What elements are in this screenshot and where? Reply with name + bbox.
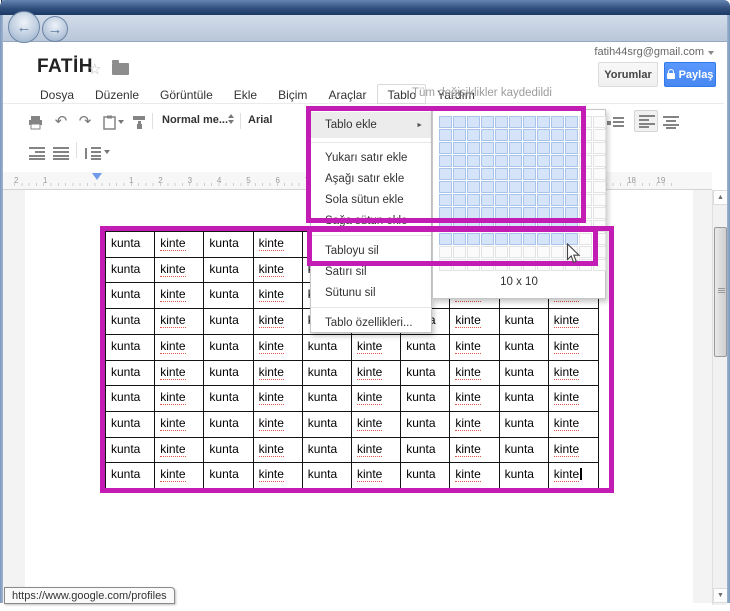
ruler-number: 19 <box>656 176 665 185</box>
redo-icon[interactable]: ↷ <box>76 112 94 130</box>
forward-icon: → <box>48 22 63 37</box>
ruler-number: 6 <box>276 176 280 185</box>
ruler-number: 1 <box>129 176 133 185</box>
share-button[interactable]: Paylaş <box>664 62 716 87</box>
account-email: fatih44srg@gmail.com <box>594 46 704 58</box>
star-document-icon[interactable]: ☆ <box>88 60 101 78</box>
paste-icon[interactable] <box>100 113 118 131</box>
ruler-number: 3 <box>188 176 192 185</box>
ruler-number: 2 <box>14 176 18 185</box>
style-dropdown[interactable]: Normal me... <box>162 114 228 126</box>
share-label: Paylaş <box>679 69 714 81</box>
scroll-down-icon[interactable]: ▼ <box>713 588 728 603</box>
document-title[interactable]: FATİH <box>37 56 93 78</box>
line-spacing-icon[interactable] <box>84 144 102 162</box>
forward-button[interactable]: → <box>42 16 68 42</box>
align-left-active-box[interactable] <box>634 110 658 132</box>
grid-cell[interactable] <box>593 181 606 193</box>
save-status: Tüm değişiklikler kaydedildi <box>412 87 552 99</box>
account-caret-icon <box>708 51 714 55</box>
status-url-tooltip: https://www.google.com/profiles <box>4 587 175 604</box>
ruler-number: 18 <box>627 176 636 185</box>
grid-cell[interactable] <box>593 116 606 128</box>
menu-biçim[interactable]: Biçim <box>268 84 317 104</box>
account-menu[interactable]: fatih44srg@gmail.com <box>594 46 714 58</box>
annotation-box-menu-top <box>306 106 586 223</box>
back-icon: ← <box>17 20 32 35</box>
print-icon[interactable] <box>26 113 44 131</box>
line-spacing-caret-icon[interactable] <box>104 150 110 154</box>
window-titlebar[interactable] <box>0 0 730 15</box>
annotation-box-table <box>100 226 614 493</box>
paste-caret-icon[interactable] <box>118 120 124 124</box>
back-button[interactable]: ← <box>8 11 40 43</box>
align-center-icon[interactable] <box>662 113 680 131</box>
checklist-icon[interactable] <box>606 113 624 131</box>
menu-araçlar[interactable]: Araçlar <box>318 84 376 104</box>
grid-cell[interactable] <box>593 142 606 154</box>
paint-format-icon[interactable] <box>130 113 148 131</box>
share-lock-icon <box>667 73 675 79</box>
menu-dosya[interactable]: Dosya <box>30 84 84 104</box>
grid-cell[interactable] <box>593 194 606 206</box>
menu-düzenle[interactable]: Düzenle <box>85 84 149 104</box>
folder-icon[interactable] <box>112 63 129 75</box>
grid-cell[interactable] <box>593 168 606 180</box>
scrollbar-thumb[interactable] <box>714 227 727 357</box>
window-border-left <box>0 15 3 603</box>
font-dropdown[interactable]: Arial <box>248 114 272 126</box>
comments-button[interactable]: Yorumlar <box>598 62 658 87</box>
mouse-cursor-icon <box>566 243 581 269</box>
menu-ekle[interactable]: Ekle <box>224 84 267 104</box>
ruler-number: 5 <box>246 176 250 185</box>
grid-cell[interactable] <box>593 207 606 219</box>
ruler-number: 2 <box>158 176 162 185</box>
browser-navbar <box>3 15 727 42</box>
vertical-scrollbar[interactable]: ▲ ▼ <box>712 190 727 605</box>
window-border-bottom <box>0 603 730 611</box>
left-indent-marker[interactable] <box>92 173 102 180</box>
style-spinner-icon[interactable] <box>228 114 235 124</box>
justify-icon[interactable] <box>52 144 70 162</box>
scroll-up-icon[interactable]: ▲ <box>713 190 728 205</box>
menu-görüntüle[interactable]: Görüntüle <box>150 84 223 104</box>
grid-cell[interactable] <box>593 155 606 167</box>
ruler-number: 1 <box>43 176 47 185</box>
undo-icon[interactable]: ↶ <box>52 112 70 130</box>
ruler-number: 4 <box>217 176 221 185</box>
indent-decrease-icon[interactable] <box>28 144 46 162</box>
grid-cell[interactable] <box>593 129 606 141</box>
